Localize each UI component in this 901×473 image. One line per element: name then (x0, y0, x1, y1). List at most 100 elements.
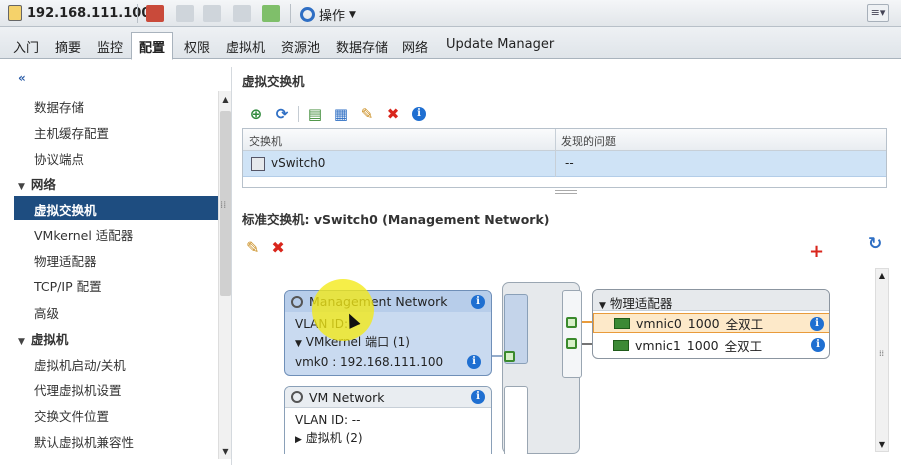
table-header: 交换机 发现的问题 (243, 129, 886, 151)
sidebar-group-label: 网络 (30, 177, 56, 192)
diagram-scrollbar[interactable]: ▲ ⁞⁞ ▼ (875, 268, 889, 452)
nic-name: vmnic0 (636, 315, 682, 331)
tab-update-manager[interactable]: Update Manager (439, 33, 561, 59)
portgroup-body: VLAN ID: -- ▶ 虚拟机 (2) (285, 408, 491, 452)
vlan-label: VLAN ID: -- (295, 413, 361, 427)
info-icon[interactable]: i (810, 317, 824, 331)
delete-icon[interactable]: ✖ (271, 238, 284, 257)
migrate-icon[interactable] (203, 5, 221, 22)
tab-configure[interactable]: 配置 (131, 32, 174, 60)
column-header-issues[interactable]: 发现的问题 (561, 133, 616, 149)
edit-icon[interactable]: ✎ (357, 105, 377, 123)
tab-bar: 入门 摘要 监控 配置 权限 虚拟机 资源池 数据存储 网络 Update Ma… (0, 27, 901, 60)
nic-duplex: 全双工 (724, 338, 763, 354)
vswitch-table: 交换机 发现的问题 vSwitch0 -- (242, 128, 887, 188)
sidebar-group-networking[interactable]: ▼ 网络 (14, 170, 218, 194)
portgroup-port-block (504, 386, 528, 454)
list-menu-icon[interactable]: ≡▾ (867, 4, 889, 22)
info-icon[interactable]: i (409, 105, 429, 123)
tab-networks[interactable]: 网络 (395, 33, 435, 59)
tab-datastores[interactable]: 数据存储 (329, 33, 395, 59)
tab-permissions[interactable]: 权限 (177, 33, 217, 59)
tab-vms[interactable]: 虚拟机 (219, 33, 272, 59)
migrate-networking-icon[interactable]: ▦ (331, 105, 351, 123)
refresh-icon[interactable]: ↻ (868, 234, 882, 254)
sidebar-item-vm-startup[interactable]: 虚拟机启动/关机 (14, 351, 218, 375)
toolbar-divider (137, 4, 138, 23)
portgroup-header: VM Network i (285, 387, 491, 408)
sidebar-scrollbar[interactable]: ▲ ▼ (218, 91, 231, 459)
tab-monitor[interactable]: 监控 (90, 33, 130, 59)
nic-row-vmnic0[interactable]: vmnic0 1000 全双工 i (593, 313, 829, 333)
sidebar-group-label: 虚拟机 (30, 332, 69, 347)
info-icon[interactable]: i (471, 390, 485, 404)
new-vm-icon[interactable] (176, 5, 194, 22)
portgroup-vm-network[interactable]: VM Network i VLAN ID: -- ▶ 虚拟机 (2) (284, 386, 492, 454)
scroll-grip-icon[interactable]: ⁞⁞ (879, 349, 884, 358)
vmkernel-ports-row[interactable]: ▼ VMkernel 端口 (1) (295, 333, 481, 353)
tab-resource-pools[interactable]: 资源池 (274, 33, 327, 59)
scroll-up-icon[interactable]: ▲ (219, 93, 231, 107)
add-icon[interactable]: + (809, 241, 824, 262)
host-icon (8, 5, 22, 21)
edit-icon[interactable]: ✎ (246, 238, 259, 257)
sidebar-item-physical-adapters[interactable]: 物理适配器 (14, 247, 218, 271)
toolbar-divider (298, 106, 299, 122)
pane-splitter-icon[interactable]: ⁞⁞ (220, 200, 226, 211)
sidebar-item-datastores[interactable]: 数据存储 (14, 93, 218, 117)
maintenance-icon[interactable] (262, 5, 280, 22)
clone-icon[interactable] (233, 5, 251, 22)
toolbar-divider (290, 4, 291, 23)
vm-list-row[interactable]: ▶ 虚拟机 (2) (295, 429, 481, 449)
switch-name: vSwitch0 (271, 156, 326, 170)
port-icon (504, 351, 515, 362)
port-icon (566, 338, 577, 349)
nic-icon (614, 317, 630, 329)
sidebar-item-host-cache[interactable]: 主机缓存配置 (14, 119, 218, 143)
sidebar-item-vmkernel-adapters[interactable]: VMkernel 适配器 (14, 221, 218, 245)
sidebar-group-vms[interactable]: ▼ 虚拟机 (14, 325, 218, 349)
refresh-icon[interactable]: ⟳ (272, 105, 292, 123)
table-row[interactable]: vSwitch0 -- (243, 151, 886, 177)
nic-duplex: 全双工 (725, 316, 764, 332)
sidebar-item-agent-vm[interactable]: 代理虚拟机设置 (14, 376, 218, 400)
chevron-down-icon: ▼ (18, 337, 25, 347)
vswitch-toolbar: ⊕ ⟳ ▤ ▦ ✎ ✖ i (246, 104, 429, 124)
switch-icon (251, 157, 265, 171)
column-header-switch[interactable]: 交换机 (249, 133, 282, 149)
scroll-down-icon[interactable]: ▼ (876, 440, 888, 449)
physical-adapters-header[interactable]: ▼ 物理适配器 (593, 290, 829, 311)
info-icon[interactable]: i (811, 338, 825, 352)
nic-row-vmnic1[interactable]: vmnic1 1000 全双工 i (593, 335, 829, 355)
collapse-icon[interactable]: « (18, 71, 26, 85)
standard-switch-toolbar: ✎ ✖ (246, 238, 285, 257)
scroll-down-icon[interactable]: ▼ (219, 445, 231, 459)
sidebar-item-default-compat[interactable]: 默认虚拟机兼容性 (14, 428, 218, 452)
sidebar-item-protocol-endpoints[interactable]: 协议端点 (14, 145, 218, 169)
sidebar-item-advanced[interactable]: 高级 (14, 299, 218, 323)
tab-summary[interactable]: 摘要 (48, 33, 88, 59)
pane-resize-handle[interactable] (555, 190, 577, 194)
nic-name: vmnic1 (635, 337, 681, 353)
standard-switch-title: 标准交换机: vSwitch0 (Management Network) (242, 212, 550, 227)
info-icon[interactable]: i (471, 294, 485, 309)
portgroup-name: VM Network (309, 389, 385, 405)
vmk-row: vmk0 : 192.168.111.100 i (295, 353, 481, 371)
delete-icon[interactable]: ✖ (383, 105, 403, 123)
sidebar-item-tcpip[interactable]: TCP/IP 配置 (14, 272, 218, 296)
add-networking-icon[interactable]: ⊕ (246, 105, 266, 123)
sidebar-item-swap-location[interactable]: 交换文件位置 (14, 402, 218, 426)
host-title: 192.168.111.100 (8, 5, 150, 21)
add-host-icon[interactable] (146, 5, 164, 22)
vm-count-label: 虚拟机 (2) (305, 431, 363, 445)
info-icon[interactable]: i (467, 355, 481, 369)
actions-label: 操作 (319, 9, 346, 24)
manage-adapters-icon[interactable]: ▤ (305, 105, 325, 123)
scroll-up-icon[interactable]: ▲ (876, 271, 888, 280)
sidebar-item-virtual-switches[interactable]: 虚拟交换机 (14, 196, 218, 220)
actions-menu[interactable]: 操作 ▼ (300, 5, 356, 24)
vmk-label: vmk0 : 192.168.111.100 (295, 355, 444, 369)
chevron-down-icon: ▼ (349, 9, 356, 20)
physical-adapters-title: 物理适配器 (609, 296, 673, 311)
tab-getting-started[interactable]: 入门 (6, 33, 46, 59)
